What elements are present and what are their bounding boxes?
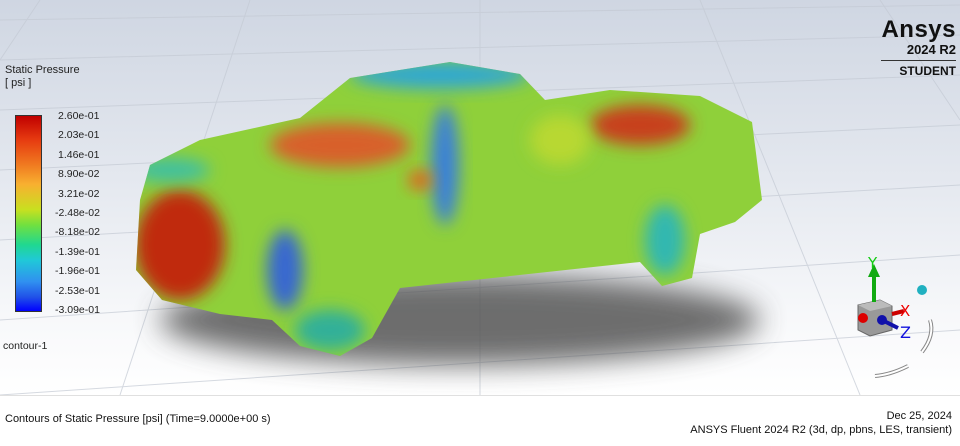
x-axis-dot (858, 313, 868, 323)
tick-label: -2.53e-01 (55, 284, 100, 297)
contour-name: contour-1 (3, 340, 48, 352)
solver-info: ANSYS Fluent 2024 R2 (3d, dp, pbns, LES,… (690, 424, 952, 436)
tick-label: -3.09e-01 (55, 303, 100, 316)
z-label: Z (900, 323, 911, 342)
axis-triad[interactable]: Y X Z (830, 250, 960, 390)
legend-title: Static Pressure [ psi ] (5, 64, 80, 90)
rotation-center-icon (917, 285, 927, 295)
x-label: X (900, 302, 910, 320)
logo-word: Ansys (881, 16, 956, 43)
tick-label: 2.60e-01 (58, 110, 100, 122)
ansys-logo: Ansys 2024 R2 STUDENT (881, 18, 956, 79)
graphics-viewport[interactable]: Static Pressure [ psi ] 2.60e-01 2.03e-0… (0, 0, 960, 395)
legend-units: [ psi ] (5, 77, 32, 89)
tick-label: 2.03e-01 (58, 129, 100, 142)
y-label: Y (867, 254, 878, 272)
tick-label: -2.48e-02 (55, 206, 100, 219)
plot-caption: Contours of Static Pressure [psi] (Time=… (5, 413, 271, 425)
colorbar-ticks: 2.60e-01 2.03e-01 1.46e-01 8.90e-02 3.21… (55, 110, 100, 324)
tick-label: -1.96e-01 (55, 265, 100, 278)
car-contour-scene (0, 0, 960, 395)
legend-variable: Static Pressure (5, 64, 80, 76)
logo-edition: STUDENT (899, 64, 956, 78)
tick-label: -8.18e-02 (55, 226, 100, 239)
tick-label: 8.90e-02 (58, 168, 100, 181)
status-footer: Contours of Static Pressure [psi] (Time=… (0, 395, 960, 446)
logo-version: 2024 R2 (881, 42, 956, 61)
tick-label: -1.39e-01 (55, 245, 100, 258)
tick-label: 1.46e-01 (58, 148, 100, 161)
colorbar (15, 115, 42, 312)
tick-label: 3.21e-02 (58, 187, 100, 200)
plot-date: Dec 25, 2024 (886, 410, 952, 422)
